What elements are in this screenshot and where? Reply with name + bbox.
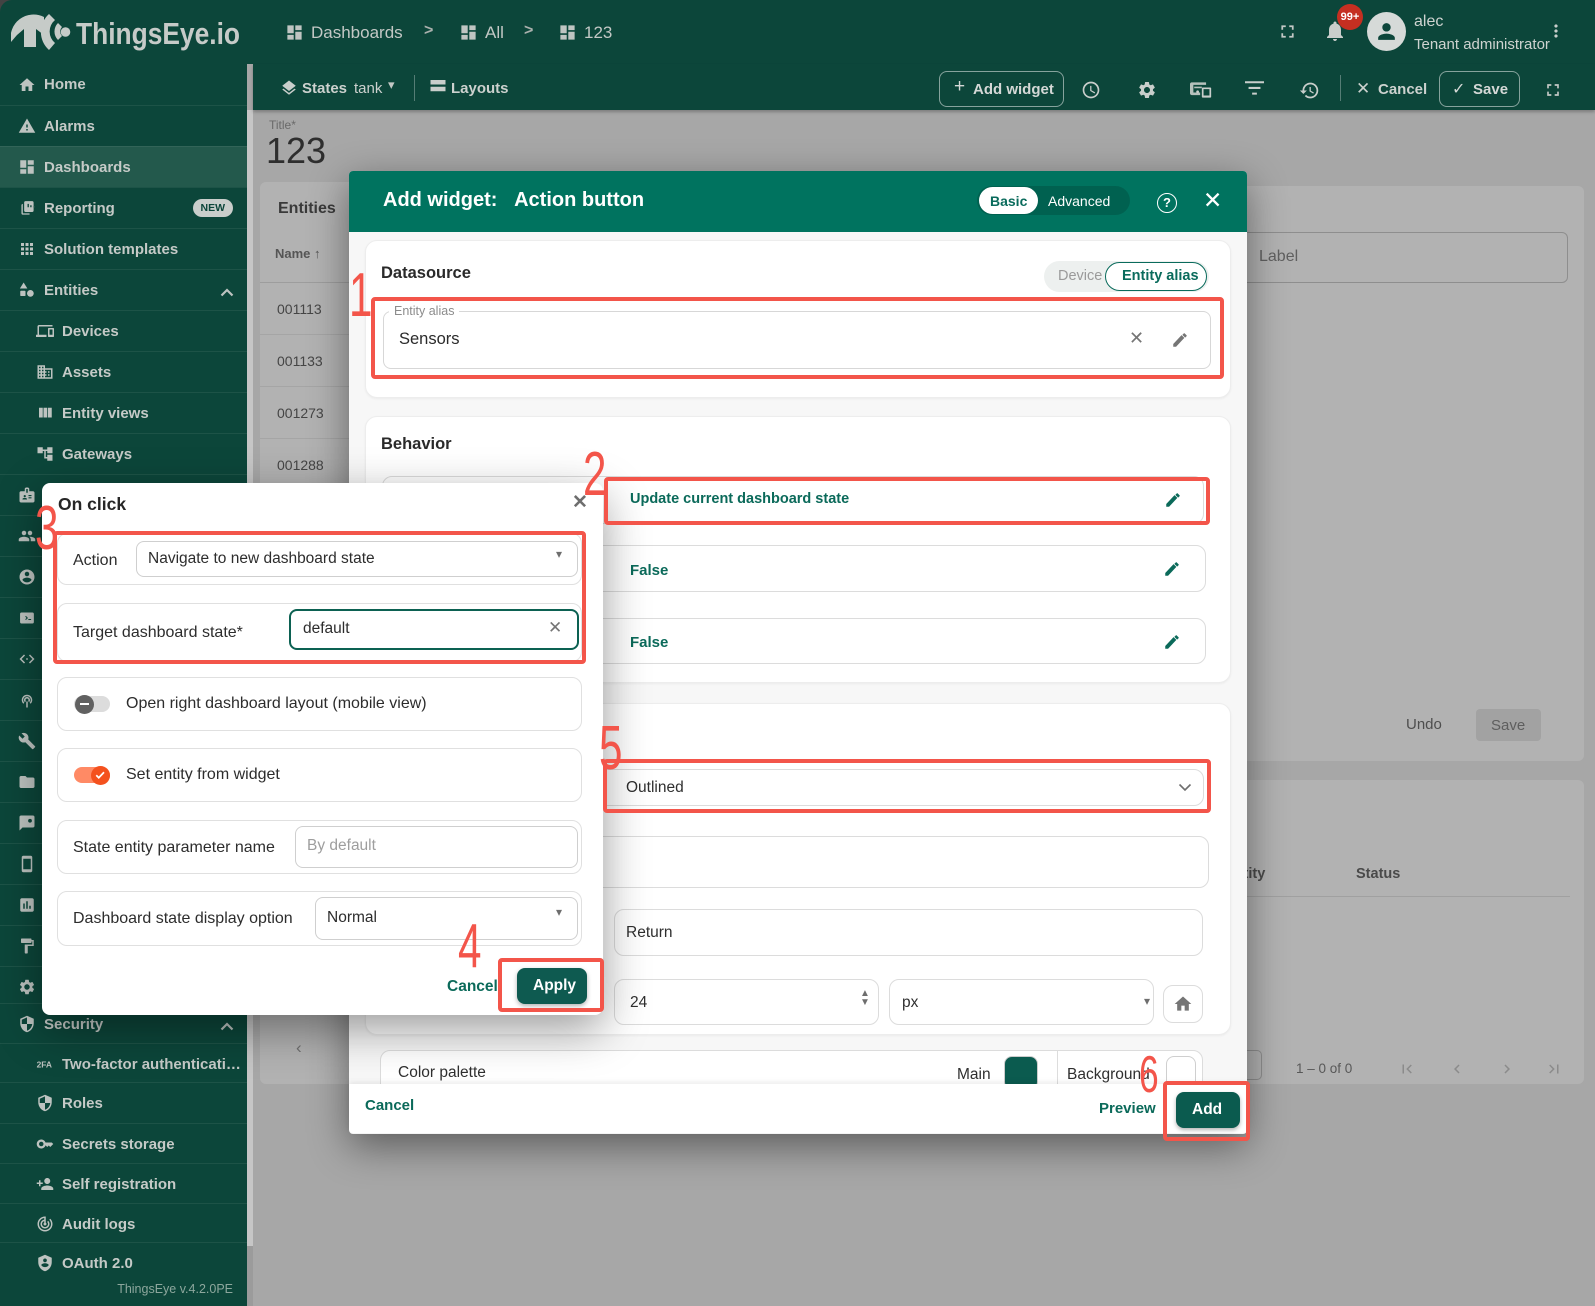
svg-text:2FA: 2FA	[37, 1060, 52, 1070]
